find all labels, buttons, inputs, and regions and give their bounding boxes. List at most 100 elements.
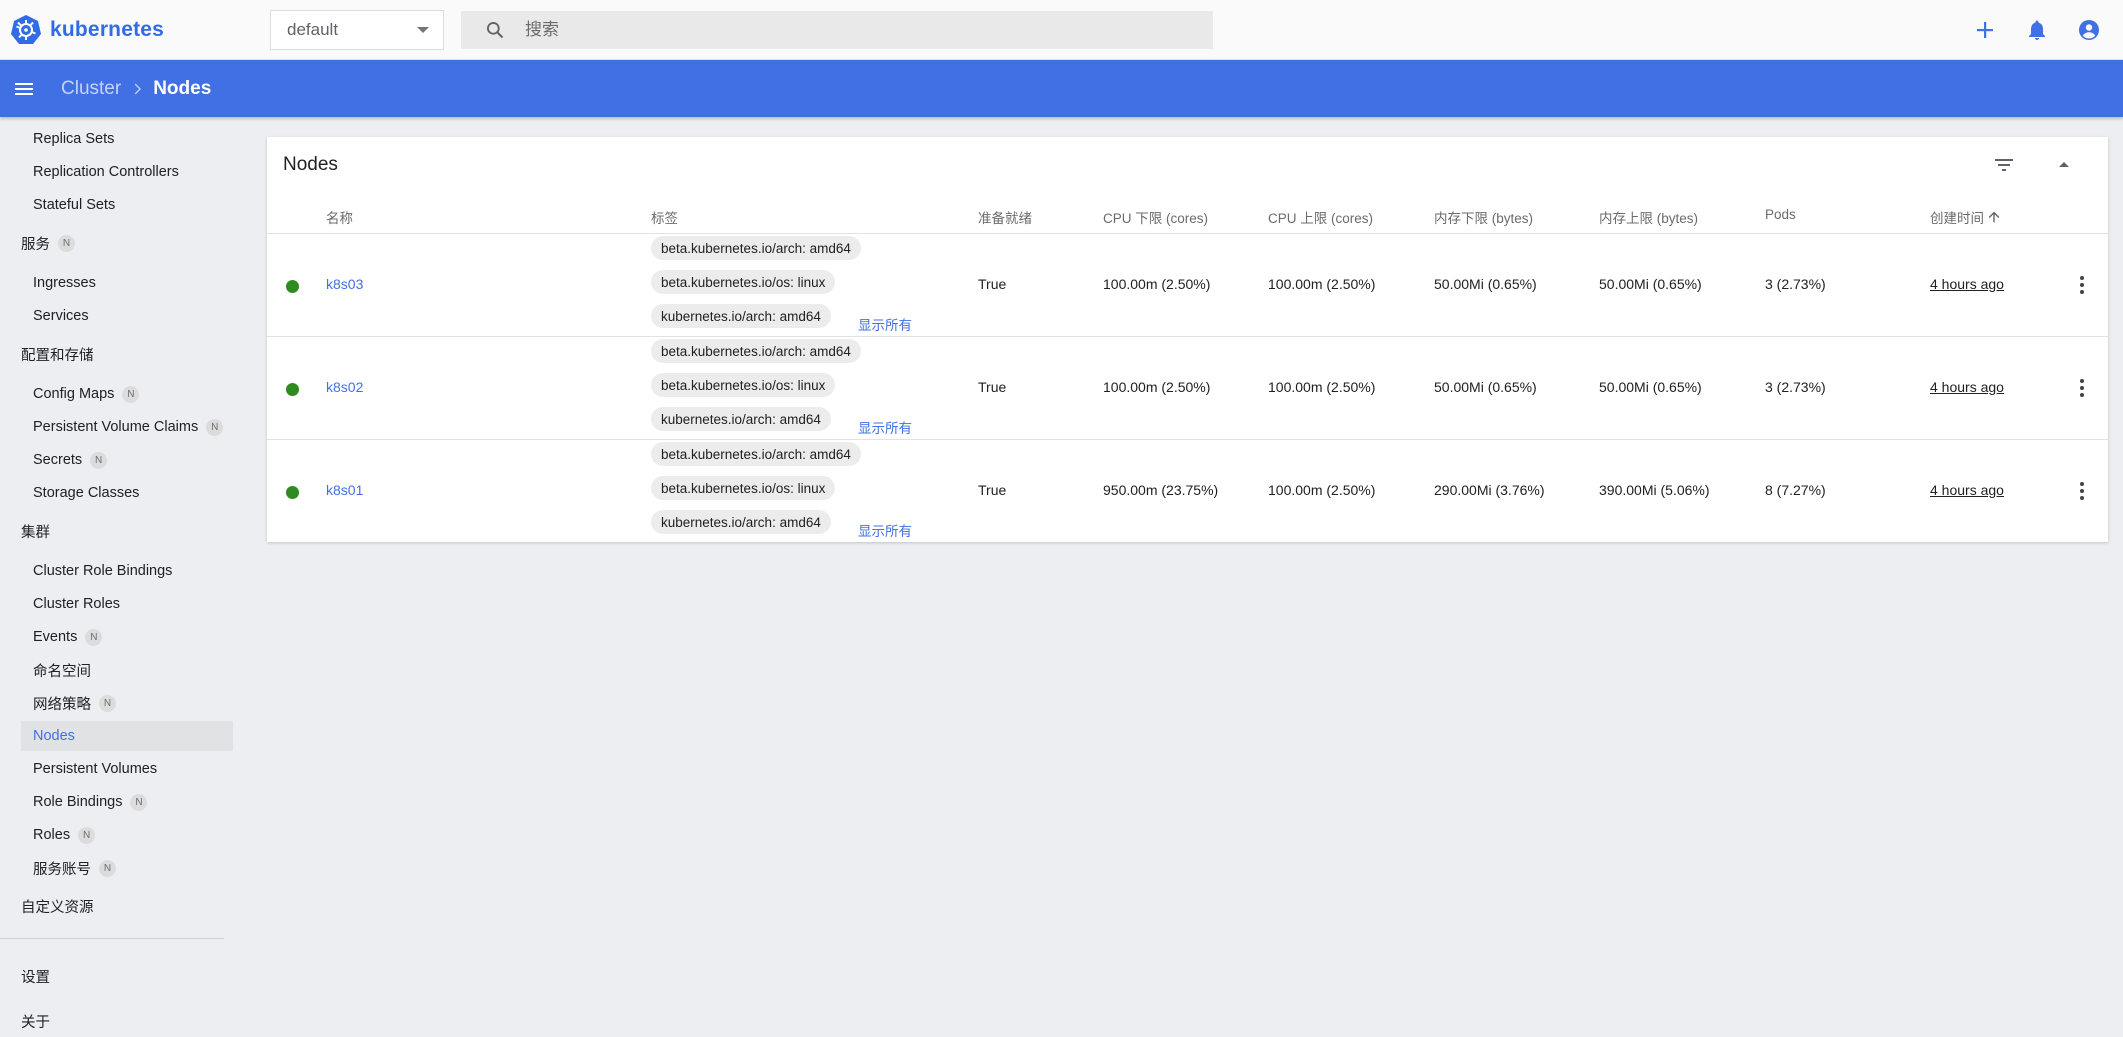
label-chip: beta.kubernetes.io/arch: amd64 xyxy=(651,339,861,363)
memory-limits-value: 50.00Mi (0.65%) xyxy=(1599,379,1702,395)
filter-icon[interactable] xyxy=(1992,153,2016,177)
column-header-label: CPU 下限 (cores) xyxy=(1103,211,1209,226)
sidebar-item-label: Cluster Roles xyxy=(33,596,121,612)
sidebar-section-label: 设置 xyxy=(21,969,50,986)
column-header-memory-requests[interactable]: 内存下限 (bytes) xyxy=(1434,207,1533,227)
sidebar-item-roles[interactable]: Roles N xyxy=(21,820,233,850)
sidebar-item-config-maps[interactable]: Config Maps N xyxy=(21,379,233,409)
sidebar-section-label: 集群 xyxy=(21,524,50,541)
sidebar-section-cluster[interactable]: 集群 xyxy=(21,517,50,545)
sidebar-section-config[interactable]: 配置和存储 xyxy=(21,340,94,368)
sidebar-item-label: 命名空间 xyxy=(33,663,91,680)
brand-name: kubernetes xyxy=(50,17,165,41)
column-header-cpu-limits[interactable]: CPU 上限 (cores) xyxy=(1268,207,1373,227)
plus-icon[interactable] xyxy=(1973,18,1997,42)
sidebar-item-storage-classes[interactable]: Storage Classes xyxy=(21,478,233,508)
label-chip: kubernetes.io/arch: amd64 xyxy=(651,510,831,534)
cpu-requests-value: 100.00m (2.50%) xyxy=(1103,276,1211,292)
sidebar-item-namespaces[interactable]: 命名空间 xyxy=(21,655,233,685)
ready-value: True xyxy=(978,379,1007,395)
label-chip: beta.kubernetes.io/os: linux xyxy=(651,373,836,397)
table-row: k8s03 beta.kubernetes.io/arch: amd64 bet… xyxy=(267,234,2108,337)
column-header-ready[interactable]: 准备就绪 xyxy=(978,207,1032,227)
status-ready-icon xyxy=(286,280,299,293)
brand[interactable]: kubernetes xyxy=(10,14,260,46)
sidebar-item-label: Secrets xyxy=(33,452,83,468)
created-age[interactable]: 4 hours ago xyxy=(1930,482,2004,498)
sidebar-item-secrets[interactable]: Secrets N xyxy=(21,445,233,475)
sidebar-item-settings[interactable]: 设置 xyxy=(21,962,50,990)
node-name-link[interactable]: k8s01 xyxy=(326,482,363,498)
column-header-memory-limits[interactable]: 内存上限 (bytes) xyxy=(1599,207,1698,227)
sidebar-section-label: 配置和存储 xyxy=(21,347,94,364)
show-all-labels-link[interactable]: 显示所有 xyxy=(858,520,912,540)
sidebar-section-label: 关于 xyxy=(21,1014,50,1031)
memory-limits-value: 50.00Mi (0.65%) xyxy=(1599,276,1702,292)
label-chip: beta.kubernetes.io/os: linux xyxy=(651,476,836,500)
sidebar-item-replication-controllers[interactable]: Replication Controllers xyxy=(21,157,233,187)
breadcrumb-cluster[interactable]: Cluster xyxy=(61,78,121,100)
sidebar-item-nodes[interactable]: Nodes xyxy=(21,721,233,751)
memory-requests-value: 290.00Mi (3.76%) xyxy=(1434,482,1545,498)
namespace-select[interactable]: default xyxy=(270,9,444,50)
search-bar[interactable] xyxy=(461,10,1213,49)
nav-bar: Cluster Nodes xyxy=(0,60,2123,117)
collapse-icon[interactable] xyxy=(2052,153,2076,177)
column-header-label: 内存下限 (bytes) xyxy=(1434,211,1534,226)
top-bar: kubernetes default xyxy=(0,0,2123,60)
column-header-pods[interactable]: Pods xyxy=(1765,207,1796,222)
bell-icon[interactable] xyxy=(2025,18,2049,42)
sidebar-item-cluster-roles[interactable]: Cluster Roles xyxy=(21,589,233,619)
cpu-limits-value: 100.00m (2.50%) xyxy=(1268,276,1376,292)
menu-icon[interactable] xyxy=(12,77,36,101)
ready-value: True xyxy=(978,482,1007,498)
sidebar-item-persistent-volumes[interactable]: Persistent Volumes xyxy=(21,754,233,784)
sidebar-item-service-accounts[interactable]: 服务账号 N xyxy=(21,853,233,883)
node-name-link[interactable]: k8s03 xyxy=(326,276,363,292)
cpu-limits-value: 100.00m (2.50%) xyxy=(1268,379,1376,395)
namespaced-badge: N xyxy=(99,694,116,712)
sidebar-item-label: Cluster Role Bindings xyxy=(33,563,173,579)
search-input[interactable] xyxy=(525,19,1165,40)
sidebar-item-ingresses[interactable]: Ingresses xyxy=(21,268,233,298)
sidebar-item-services[interactable]: Services xyxy=(21,301,233,331)
sidebar-item-pvc[interactable]: Persistent Volume Claims N xyxy=(21,412,233,442)
created-age[interactable]: 4 hours ago xyxy=(1930,379,2004,395)
column-header-name[interactable]: 名称 xyxy=(326,207,353,227)
memory-limits-value: 390.00Mi (5.06%) xyxy=(1599,482,1710,498)
memory-requests-value: 50.00Mi (0.65%) xyxy=(1434,276,1537,292)
sidebar-item-label: Persistent Volume Claims xyxy=(33,419,199,435)
sidebar-item-network-policies[interactable]: 网络策略 N xyxy=(21,688,233,718)
show-all-labels-link[interactable]: 显示所有 xyxy=(858,417,912,437)
show-all-labels-link[interactable]: 显示所有 xyxy=(858,314,912,334)
column-header-label: 名称 xyxy=(326,211,353,226)
column-header-cpu-requests[interactable]: CPU 下限 (cores) xyxy=(1103,207,1208,227)
table-row: k8s02 beta.kubernetes.io/arch: amd64 bet… xyxy=(267,337,2108,440)
chevron-right-icon xyxy=(134,83,142,94)
sidebar-section-crd[interactable]: 自定义资源 xyxy=(21,892,94,920)
sidebar-item-role-bindings[interactable]: Role Bindings N xyxy=(21,787,233,817)
cpu-requests-value: 100.00m (2.50%) xyxy=(1103,379,1211,395)
account-circle-icon[interactable] xyxy=(2077,18,2101,42)
more-vert-icon[interactable] xyxy=(2070,479,2094,503)
node-name-link[interactable]: k8s02 xyxy=(326,379,363,395)
column-header-label: Pods xyxy=(1765,207,1796,222)
cpu-limits-value: 100.00m (2.50%) xyxy=(1268,482,1376,498)
ready-value: True xyxy=(978,276,1007,292)
sidebar-item-replica-sets[interactable]: Replica Sets xyxy=(21,124,233,154)
column-header-created[interactable]: 创建时间 xyxy=(1930,207,2002,227)
namespaced-badge: N xyxy=(90,451,108,469)
namespaced-badge: N xyxy=(78,826,96,844)
sidebar-item-events[interactable]: Events N xyxy=(21,622,233,652)
more-vert-icon[interactable] xyxy=(2070,273,2094,297)
sidebar-item-label: Replication Controllers xyxy=(33,164,179,180)
sidebar-section-service[interactable]: 服务 N xyxy=(21,229,75,257)
column-header-labels: 标签 xyxy=(651,207,678,227)
sidebar-item-about[interactable]: 关于 xyxy=(21,1007,50,1035)
card-title: Nodes xyxy=(283,154,338,175)
sidebar-item-cluster-role-bindings[interactable]: Cluster Role Bindings xyxy=(21,556,233,586)
more-vert-icon[interactable] xyxy=(2070,376,2094,400)
sidebar-item-stateful-sets[interactable]: Stateful Sets xyxy=(21,190,233,220)
created-age[interactable]: 4 hours ago xyxy=(1930,276,2004,292)
column-header-label: CPU 上限 (cores) xyxy=(1268,211,1374,226)
